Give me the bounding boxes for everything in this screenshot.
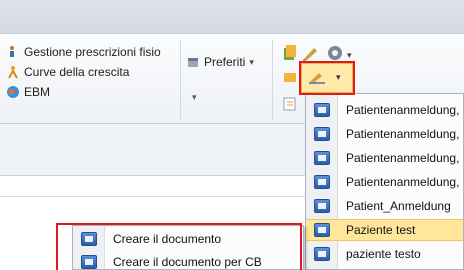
title-bar [0,0,464,34]
menu-item-template[interactable]: Patientenanmeldung, [306,99,463,121]
divider [0,196,310,197]
menu-item-label: Patientenanmeldung, [346,127,460,141]
folder-icon[interactable] [283,70,297,87]
ebm-button[interactable]: EBM [6,82,50,102]
growth-curve-icon [6,65,20,79]
preferiti-label: Preferiti [204,55,246,69]
menu-item-label: Patientenanmeldung, [346,151,460,165]
annotation-highlight [56,223,302,270]
word-document-icon [314,223,330,237]
word-document-icon [314,175,330,189]
curve-crescita-label: Curve della crescita [24,65,130,79]
preferiti-dropdown-button[interactable]: Preferiti ▾ [186,52,254,72]
template-dropdown-menu: Patientenanmeldung, Patientenanmeldung, … [305,93,464,270]
menu-item-template[interactable]: Patientenanmeldung, [306,171,463,193]
annotation-highlight [299,61,355,95]
curve-crescita-button[interactable]: Curve della crescita [6,62,129,82]
menu-item-template[interactable]: Patientenanmeldung, [306,123,463,145]
ribbon-group-separator [180,40,181,120]
menu-item-label: Patient_Anmeldung [346,199,451,213]
gestione-prescrizioni-label: Gestione prescrizioni fisio [24,45,161,59]
globe-icon [6,85,20,99]
menu-item-template[interactable]: Patient_Anmeldung [306,195,463,217]
menu-item-template[interactable]: paziente testo [306,243,463,265]
chevron-down-icon: ▾ [249,56,254,67]
word-document-icon [314,247,330,261]
gestione-prescrizioni-button[interactable]: Gestione prescrizioni fisio [6,42,161,62]
ebm-label: EBM [24,85,51,99]
chevron-down-icon[interactable]: ▾ [347,50,352,61]
menu-item-label: Patientenanmeldung, [346,103,460,117]
menu-item-label: Paziente test [346,223,416,237]
menu-item-paziente-test[interactable]: Paziente test [306,219,463,241]
menu-item-template[interactable]: Patientenanmeldung, [306,147,463,169]
word-document-icon [314,199,330,213]
word-document-icon [314,127,330,141]
menu-item-label: Patientenanmeldung, [346,175,460,189]
ribbon-group-separator [272,40,273,120]
expand-arrow-icon[interactable]: ▾ [192,92,197,103]
pane-header [0,124,310,176]
green-document-icon[interactable] [283,45,297,64]
new-document-icon[interactable] [283,97,297,114]
word-document-icon [314,103,330,117]
word-document-icon [314,151,330,165]
menu-item-label: paziente testo [346,247,421,261]
physio-icon [6,45,20,59]
favorites-icon [186,55,200,69]
